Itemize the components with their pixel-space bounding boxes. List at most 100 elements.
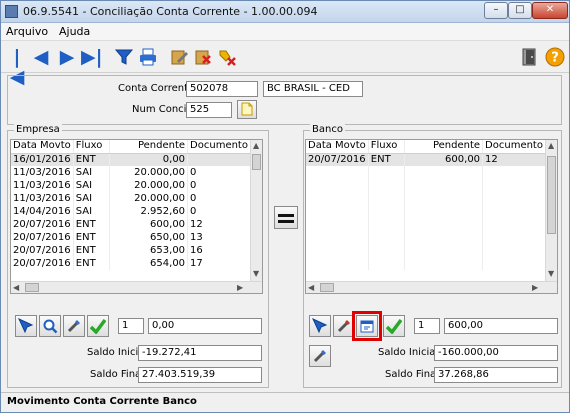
table-row[interactable]: 20/07/2016 ENT 650,00 13 bbox=[11, 231, 251, 244]
col-documento[interactable]: Documento bbox=[482, 140, 546, 154]
scroll-right-icon[interactable]: ▶ bbox=[532, 283, 538, 293]
banco-total-field[interactable]: 600,00 bbox=[444, 318, 558, 334]
table-row[interactable]: 16/01/2016 ENT 0,00 bbox=[11, 153, 251, 166]
empresa-select-button[interactable] bbox=[15, 315, 37, 337]
title-bar[interactable]: 06.9.5541 - Conciliação Conta Corrente -… bbox=[1, 1, 569, 23]
banco-horizontal-scrollbar[interactable]: ◀ ▶ bbox=[306, 281, 557, 293]
col-data-movto[interactable]: Data Movto bbox=[11, 140, 74, 154]
menu-ajuda[interactable]: Ajuda bbox=[59, 25, 90, 38]
status-text: Movimento Conta Corrente Banco bbox=[7, 396, 197, 407]
empresa-search-button[interactable] bbox=[39, 315, 61, 337]
close-button[interactable]: ✕ bbox=[532, 2, 568, 19]
table-cell bbox=[368, 205, 406, 218]
col-documento[interactable]: Documento bbox=[187, 140, 251, 154]
col-fluxo[interactable]: Fluxo bbox=[73, 140, 111, 154]
empresa-tools-button[interactable] bbox=[63, 315, 85, 337]
first-record-icon[interactable]: |◀ bbox=[7, 47, 27, 87]
table-row[interactable]: 14/04/2016 SAI 2.952,60 0 bbox=[11, 205, 251, 218]
table-cell bbox=[368, 244, 406, 257]
empresa-vertical-scrollbar[interactable]: ▲ ▼ bbox=[250, 140, 262, 281]
table-row[interactable] bbox=[306, 231, 546, 244]
scroll-right-icon[interactable]: ▶ bbox=[237, 283, 243, 293]
table-row[interactable] bbox=[306, 179, 546, 192]
empresa-grid[interactable]: Data Movto Fluxo Pendente Documento 16/0… bbox=[10, 139, 263, 294]
scroll-thumb[interactable] bbox=[25, 283, 39, 292]
num-concil-field[interactable]: 525 bbox=[186, 102, 232, 118]
table-cell: 600,00 bbox=[109, 218, 189, 231]
col-fluxo[interactable]: Fluxo bbox=[368, 140, 406, 154]
table-row[interactable] bbox=[306, 166, 546, 179]
table-cell bbox=[404, 244, 484, 257]
empresa-total-field[interactable]: 0,00 bbox=[148, 318, 262, 334]
banco-confirm-button[interactable] bbox=[383, 315, 405, 337]
scroll-down-icon[interactable]: ▼ bbox=[548, 269, 554, 279]
table-row[interactable]: 11/03/2016 SAI 20.000,00 0 bbox=[11, 179, 251, 192]
table-cell bbox=[368, 218, 406, 231]
table-row[interactable] bbox=[306, 192, 546, 205]
menu-bar: Arquivo Ajuda bbox=[1, 23, 569, 41]
match-equals-button[interactable] bbox=[274, 206, 298, 229]
scroll-thumb[interactable] bbox=[320, 283, 334, 292]
exit-door-icon[interactable] bbox=[519, 47, 539, 67]
banco-grid[interactable]: Data Movto Fluxo Pendente Documento 20/0… bbox=[305, 139, 558, 294]
banco-adjust-button[interactable] bbox=[309, 345, 331, 367]
table-cell bbox=[404, 257, 484, 270]
table-row[interactable]: 11/03/2016 SAI 20.000,00 0 bbox=[11, 166, 251, 179]
next-record-icon[interactable]: ▶ bbox=[57, 47, 77, 67]
empresa-saldo-final-field: 27.403.519,39 bbox=[138, 367, 262, 383]
filter-icon[interactable] bbox=[114, 47, 134, 67]
clear-icon[interactable] bbox=[217, 47, 237, 67]
banco-vertical-scrollbar[interactable]: ▲ ▼ bbox=[545, 140, 557, 281]
minimize-button[interactable]: – bbox=[484, 2, 508, 19]
table-cell: 11/03/2016 bbox=[11, 166, 74, 179]
scroll-up-icon[interactable]: ▲ bbox=[253, 141, 259, 151]
table-row[interactable]: 20/07/2016 ENT 654,00 17 bbox=[11, 257, 251, 270]
table-row[interactable]: 20/07/2016 ENT 600,00 12 bbox=[11, 218, 251, 231]
table-row[interactable] bbox=[306, 205, 546, 218]
table-row[interactable] bbox=[306, 257, 546, 270]
table-cell bbox=[404, 166, 484, 179]
conta-corrente-field[interactable]: 502078 bbox=[186, 81, 258, 97]
table-cell bbox=[306, 179, 369, 192]
table-cell: 0,00 bbox=[109, 153, 189, 166]
table-cell bbox=[306, 218, 369, 231]
banco-count-field[interactable]: 1 bbox=[414, 318, 440, 334]
table-row[interactable]: 20/07/2016 ENT 600,00 12 bbox=[306, 153, 546, 166]
menu-arquivo[interactable]: Arquivo bbox=[6, 25, 48, 38]
help-icon[interactable]: ? bbox=[545, 47, 565, 67]
last-record-icon[interactable]: ▶| bbox=[81, 47, 103, 67]
table-cell bbox=[306, 166, 369, 179]
table-cell bbox=[482, 192, 546, 205]
table-cell: ENT bbox=[73, 257, 111, 270]
empresa-confirm-button[interactable] bbox=[87, 315, 109, 337]
scroll-down-icon[interactable]: ▼ bbox=[253, 269, 259, 279]
table-cell: 12 bbox=[482, 153, 546, 166]
table-cell: 0 bbox=[187, 179, 251, 192]
scroll-thumb[interactable] bbox=[547, 156, 556, 234]
col-pendente[interactable]: Pendente bbox=[404, 140, 484, 154]
table-cell: 0 bbox=[187, 166, 251, 179]
table-row[interactable]: 11/03/2016 SAI 20.000,00 0 bbox=[11, 192, 251, 205]
empresa-horizontal-scrollbar[interactable]: ◀ ▶ bbox=[11, 281, 262, 293]
col-data-movto[interactable]: Data Movto bbox=[306, 140, 369, 154]
banco-select-button[interactable] bbox=[309, 315, 331, 337]
empresa-saldo-inicial-field: -19.272,41 bbox=[138, 345, 262, 361]
edit-document-icon[interactable] bbox=[169, 47, 189, 67]
scroll-left-icon[interactable]: ◀ bbox=[308, 283, 314, 293]
banco-import-button[interactable] bbox=[356, 315, 378, 337]
table-cell bbox=[482, 166, 546, 179]
previous-record-icon[interactable]: ◀ bbox=[31, 47, 51, 67]
maximize-button[interactable]: □ bbox=[508, 2, 532, 19]
empresa-count-field[interactable]: 1 bbox=[118, 318, 144, 334]
col-pendente[interactable]: Pendente bbox=[109, 140, 189, 154]
scroll-up-icon[interactable]: ▲ bbox=[548, 141, 554, 151]
new-concil-button[interactable] bbox=[237, 100, 257, 119]
scroll-thumb[interactable] bbox=[252, 154, 261, 170]
table-row[interactable] bbox=[306, 244, 546, 257]
table-row[interactable]: 20/07/2016 ENT 653,00 16 bbox=[11, 244, 251, 257]
delete-document-icon[interactable] bbox=[193, 47, 213, 67]
print-icon[interactable] bbox=[138, 47, 158, 67]
app-icon bbox=[5, 5, 18, 18]
scroll-left-icon[interactable]: ◀ bbox=[13, 283, 19, 293]
table-row[interactable] bbox=[306, 218, 546, 231]
